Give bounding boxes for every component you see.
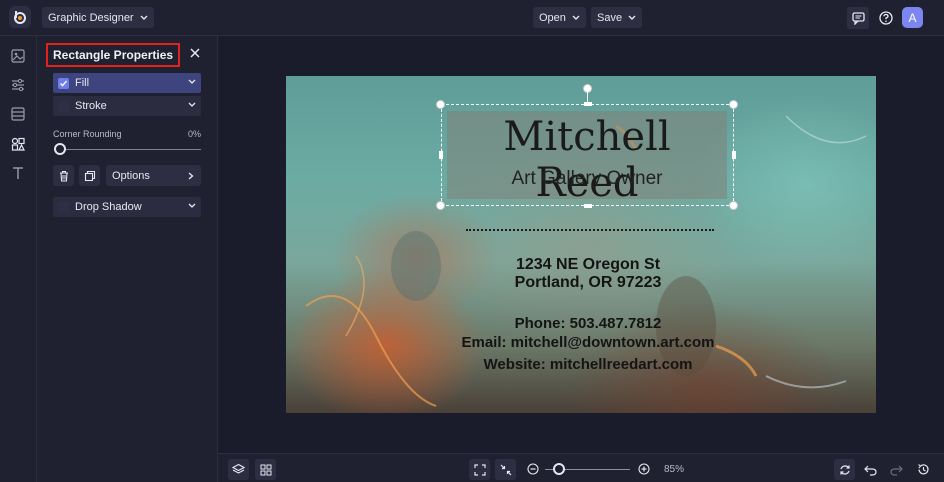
history-button[interactable] [913,459,934,480]
save-button[interactable]: Save [591,7,643,28]
undo-button[interactable] [860,459,881,480]
check-icon [60,80,68,87]
stroke-checkbox[interactable] [58,100,69,112]
options-button[interactable]: Options [106,165,201,186]
workspace: Mitchell Reed Art Gallery Owner 1234 NE … [218,36,944,453]
user-avatar[interactable]: A [902,7,923,28]
delete-button[interactable] [53,165,74,186]
resize-handle-bottom-left[interactable] [436,201,445,210]
help-icon [879,11,893,25]
fit-to-screen-button[interactable] [469,459,490,480]
bottom-bar: 85% [218,453,944,482]
drop-shadow-checkbox[interactable] [58,201,69,213]
zoom-value: 85% [664,464,685,475]
resize-handle-left[interactable] [439,151,443,159]
expand-icon [473,463,486,476]
close-panel-button[interactable] [188,46,202,60]
app-logo[interactable] [9,6,31,28]
drop-shadow-row[interactable]: Drop Shadow [53,197,201,217]
card-website[interactable]: Website: mitchellreedart.com [293,356,876,373]
chevron-down-icon [140,15,148,20]
design-canvas[interactable]: Mitchell Reed Art Gallery Owner 1234 NE … [286,76,876,413]
grid-icon [260,464,271,475]
card-address-line1[interactable]: 1234 NE Oregon St [293,256,876,274]
app-menu-button[interactable]: Graphic Designer [42,7,154,28]
chevron-down-icon [628,15,636,20]
corner-rounding-track[interactable] [59,149,201,150]
duplicate-button[interactable] [79,165,100,186]
zoom-in-button[interactable] [638,463,650,475]
avatar-letter: A [908,10,917,25]
layers-icon [232,463,245,474]
trash-icon [59,170,68,182]
rail-images[interactable] [10,48,26,64]
shrink-icon [500,464,511,475]
chevron-down-icon [188,203,196,208]
drop-shadow-label: Drop Shadow [75,201,142,213]
chevron-right-icon [188,172,194,180]
card-email[interactable]: Email: mitchell@downtown.art.com [293,334,876,351]
history-icon [918,464,929,475]
duplicate-icon [84,170,95,181]
options-label: Options [112,169,150,182]
rail-graphics[interactable] [10,136,26,152]
undo-icon [864,465,877,476]
fill-checkbox[interactable] [58,77,69,89]
resize-handle-top-right[interactable] [729,100,738,109]
comments-button[interactable] [847,7,869,29]
panel-title: Rectangle Properties [46,43,181,67]
zoom-in-icon [638,463,650,475]
properties-panel: Rectangle Properties Fill Stroke Corner … [37,36,218,482]
corner-rounding-label: Corner Rounding [53,129,122,139]
chevron-down-icon [188,102,196,107]
redo-button[interactable] [886,459,907,480]
stroke-label: Stroke [75,100,107,112]
open-button[interactable]: Open [533,7,586,28]
rail-layout[interactable] [10,106,26,122]
resize-handle-right[interactable] [732,151,736,159]
comment-icon [851,11,865,25]
layers-button[interactable] [228,459,249,480]
app-title: Graphic Designer [48,11,134,24]
resize-handle-top-left[interactable] [436,100,445,109]
corner-rounding-value: 0% [188,129,202,139]
open-label: Open [539,11,566,24]
resize-handle-top[interactable] [584,102,592,106]
corner-rounding-slider[interactable] [54,143,66,155]
refresh-icon [839,464,850,475]
image-icon [11,49,25,63]
shapes-icon [11,137,25,151]
tool-rail [0,36,37,482]
chevron-down-icon [188,79,196,84]
selection-frame [441,104,734,206]
sliders-icon [12,78,24,92]
resize-handle-bottom[interactable] [584,204,592,208]
chevron-down-icon [572,15,580,20]
zoom-out-button[interactable] [527,463,539,475]
close-icon [190,48,200,58]
grid-button[interactable] [255,459,276,480]
card-address-line2[interactable]: Portland, OR 97223 [293,274,876,292]
stroke-row[interactable]: Stroke [53,96,201,116]
actual-size-button[interactable] [495,459,516,480]
save-label: Save [597,11,623,24]
zoom-out-icon [527,463,539,475]
zoom-slider[interactable] [553,463,565,475]
fill-label: Fill [75,77,90,89]
rail-text[interactable] [10,165,26,181]
dotted-divider [466,229,714,231]
fill-row[interactable]: Fill [53,73,201,93]
resize-handle-bottom-right[interactable] [729,201,738,210]
card-phone[interactable]: Phone: 503.487.7812 [293,315,876,332]
top-bar: Graphic Designer Open Save A [0,0,944,36]
layout-icon [11,107,25,121]
refresh-button[interactable] [834,459,855,480]
logo-icon [14,11,26,24]
rail-adjustments[interactable] [10,77,26,93]
help-button[interactable] [875,7,897,29]
text-icon [13,167,23,179]
redo-icon [890,465,903,476]
